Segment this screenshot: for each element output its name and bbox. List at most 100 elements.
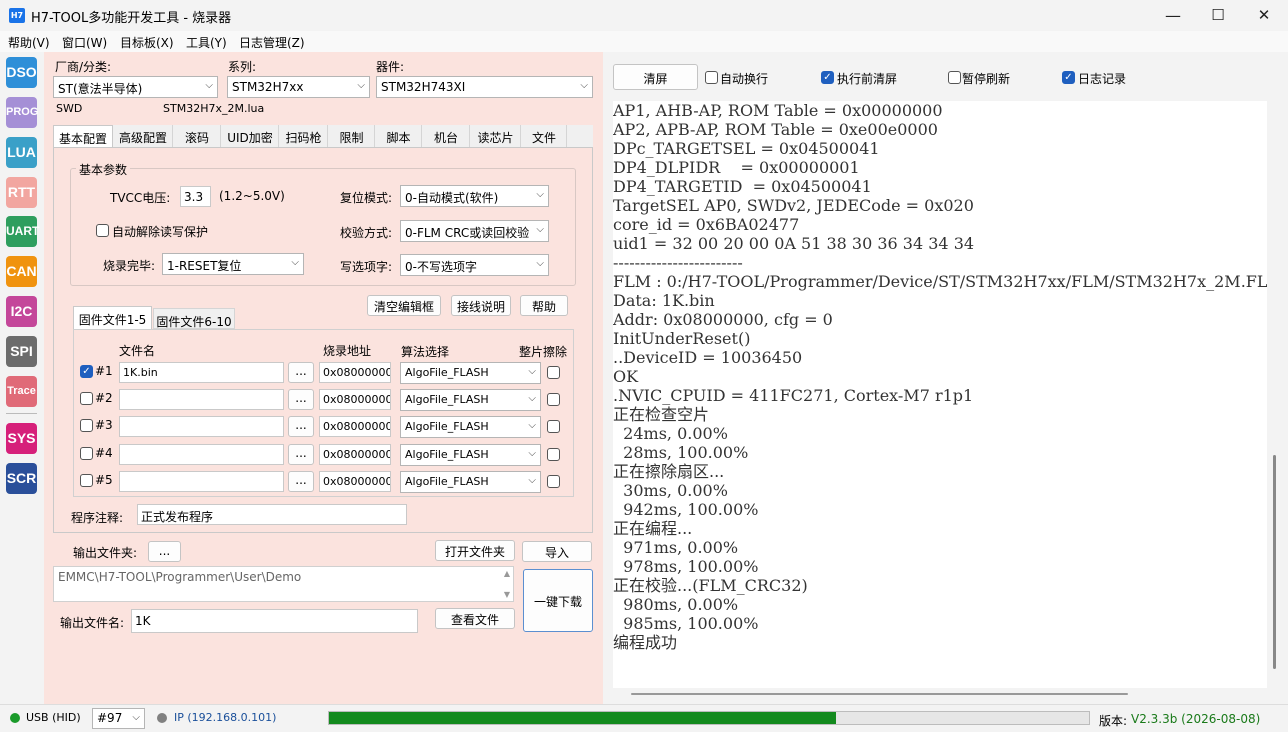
minimize-icon[interactable]: — (1150, 0, 1196, 31)
firmware-algorithm-select[interactable]: AlgoFile_FLASH ⌵ (400, 444, 541, 466)
tool-can-button[interactable]: CAN (6, 256, 37, 287)
open-folder-button[interactable]: 打开文件夹 (435, 540, 515, 561)
clear-log-button[interactable]: 清屏 (613, 64, 698, 90)
window-title: H7-TOOL多功能开发工具 - 烧录器 (31, 11, 232, 26)
log-vertical-scrollbar[interactable] (1273, 455, 1276, 669)
tab-advanced[interactable]: 高级配置 (114, 125, 173, 147)
firmware-filename-input[interactable] (119, 416, 284, 437)
firmware-filename-input[interactable]: 1K.bin (119, 362, 284, 383)
firmware-chip-erase-checkbox[interactable] (547, 448, 560, 461)
firmware-enable-checkbox[interactable] (80, 419, 93, 432)
firmware-browse-button[interactable]: ... (288, 362, 314, 383)
tool-rtt-button[interactable]: RTT (6, 177, 37, 208)
tool-sys-button[interactable]: SYS (6, 423, 37, 454)
clear-before-run-checkbox[interactable]: ✓ (821, 71, 834, 84)
log-output[interactable]: AP1, AHB-AP, ROM Table = 0x00000000 AP2, … (613, 101, 1267, 688)
close-icon[interactable]: ✕ (1241, 0, 1287, 31)
tab-rolling-code[interactable]: 滚码 (174, 125, 221, 147)
chevron-down-icon: ⌵ (132, 712, 140, 723)
import-button[interactable]: 导入 (522, 541, 592, 562)
auto-wrap-checkbox[interactable] (705, 71, 718, 84)
firmware-chip-erase-checkbox[interactable] (547, 475, 560, 488)
tab-firmware-6-10[interactable]: 固件文件6-10 (153, 308, 235, 329)
one-click-download-button[interactable]: 一键下载 (523, 569, 593, 632)
log-line: 980ms, 0.00% (613, 595, 739, 614)
tab-limit[interactable]: 限制 (329, 125, 375, 147)
option-byte-select[interactable]: 0-不写选项字 ⌵ (400, 254, 549, 276)
firmware-enable-checkbox[interactable]: ✓ (80, 365, 93, 378)
tool-dso-button[interactable]: DSO (6, 57, 37, 88)
device-number-value: #97 (97, 711, 123, 725)
menu-window[interactable]: 窗口(W) (62, 34, 107, 51)
chip-select[interactable]: STM32H743XI ⌵ (376, 76, 593, 98)
tool-lua-button[interactable]: LUA (6, 137, 37, 168)
tool-trace-button[interactable]: Trace (6, 376, 37, 407)
firmware-address-input[interactable]: 0x08000000 (319, 362, 391, 383)
usb-status-dot (10, 713, 20, 723)
firmware-chip-erase-checkbox[interactable] (547, 366, 560, 379)
chevron-down-icon: ⌵ (205, 80, 213, 91)
tool-prog-button[interactable]: PROG (6, 97, 38, 128)
help-button[interactable]: 帮助 (520, 295, 568, 316)
tool-i2c-button[interactable]: I2C (6, 296, 37, 327)
tab-uid-encrypt[interactable]: UID加密 (222, 125, 279, 147)
firmware-chip-erase-checkbox[interactable] (547, 393, 560, 406)
tab-firmware-1-5[interactable]: 固件文件1-5 (73, 306, 152, 329)
firmware-algorithm-select[interactable]: AlgoFile_FLASH ⌵ (400, 362, 541, 384)
tool-spi-button[interactable]: SPI (6, 336, 37, 367)
firmware-browse-button[interactable]: ... (288, 416, 314, 437)
firmware-row-number: #2 (95, 391, 113, 405)
firmware-address-input[interactable]: 0x08000000 (319, 444, 391, 465)
tvcc-input[interactable]: 3.3 (180, 186, 211, 207)
reset-mode-select[interactable]: 0-自动模式(软件) ⌵ (400, 185, 549, 207)
firmware-filename-input[interactable] (119, 444, 284, 465)
firmware-algorithm-select[interactable]: AlgoFile_FLASH ⌵ (400, 416, 541, 438)
log-record-checkbox[interactable]: ✓ (1062, 71, 1075, 84)
firmware-browse-button[interactable]: ... (288, 444, 314, 465)
firmware-enable-checkbox[interactable] (80, 447, 93, 460)
clear-editor-button[interactable]: 清空编辑框 (367, 295, 441, 316)
menu-help[interactable]: 帮助(V) (8, 34, 50, 51)
output-folder-browse-button[interactable]: ... (148, 541, 181, 562)
maximize-icon[interactable]: ☐ (1195, 0, 1241, 31)
auto-unprotect-checkbox[interactable] (96, 224, 109, 237)
scroll-up-icon[interactable]: ▲ (504, 569, 510, 578)
menu-target[interactable]: 目标板(X) (120, 34, 174, 51)
verify-select[interactable]: 0-FLM CRC或读回校验 ⌵ (400, 220, 549, 242)
firmware-browse-button[interactable]: ... (288, 471, 314, 492)
view-file-button[interactable]: 查看文件 (435, 608, 515, 629)
firmware-address-input[interactable]: 0x08000000 (319, 389, 391, 410)
tab-script[interactable]: 脚本 (376, 125, 422, 147)
comment-input[interactable]: 正式发布程序 (137, 504, 407, 525)
firmware-browse-button[interactable]: ... (288, 389, 314, 410)
firmware-address-input[interactable]: 0x08000000 (319, 471, 391, 492)
scroll-down-icon[interactable]: ▼ (504, 590, 510, 599)
menu-log[interactable]: 日志管理(Z) (239, 34, 305, 51)
tab-read-chip[interactable]: 读芯片 (471, 125, 521, 147)
vendor-select[interactable]: ST(意法半导体) ⌵ (53, 76, 218, 98)
output-path-box[interactable]: EMMC\H7-TOOL\Programmer\User\Demo ▲ ▼ (53, 566, 514, 602)
firmware-algorithm-select[interactable]: AlgoFile_FLASH ⌵ (400, 389, 541, 411)
firmware-enable-checkbox[interactable] (80, 474, 93, 487)
log-horizontal-scrollbar[interactable] (631, 693, 1128, 695)
tool-scr-button[interactable]: SCR (6, 463, 37, 494)
tab-scanner[interactable]: 扫码枪 (280, 125, 328, 147)
tab-basic[interactable]: 基本配置 (53, 125, 113, 147)
firmware-address-input[interactable]: 0x08000000 (319, 416, 391, 437)
pause-refresh-checkbox[interactable] (948, 71, 961, 84)
series-select[interactable]: STM32H7xx ⌵ (227, 76, 370, 98)
device-number-select[interactable]: #97 ⌵ (92, 708, 145, 729)
wiring-help-button[interactable]: 接线说明 (451, 295, 511, 316)
firmware-enable-checkbox[interactable] (80, 392, 93, 405)
tab-file[interactable]: 文件 (522, 125, 567, 147)
output-filename-input[interactable]: 1K (131, 609, 418, 633)
firmware-filename-input[interactable] (119, 389, 284, 410)
log-line: AP2, APB-AP, ROM Table = 0xe00e0000 (613, 120, 938, 139)
firmware-filename-input[interactable] (119, 471, 284, 492)
firmware-algorithm-select[interactable]: AlgoFile_FLASH ⌵ (400, 471, 541, 493)
menu-tools[interactable]: 工具(Y) (186, 34, 227, 51)
tab-machine[interactable]: 机台 (423, 125, 470, 147)
tool-uart-button[interactable]: UART (6, 216, 39, 247)
firmware-chip-erase-checkbox[interactable] (547, 420, 560, 433)
after-program-select[interactable]: 1-RESET复位 ⌵ (162, 253, 304, 275)
